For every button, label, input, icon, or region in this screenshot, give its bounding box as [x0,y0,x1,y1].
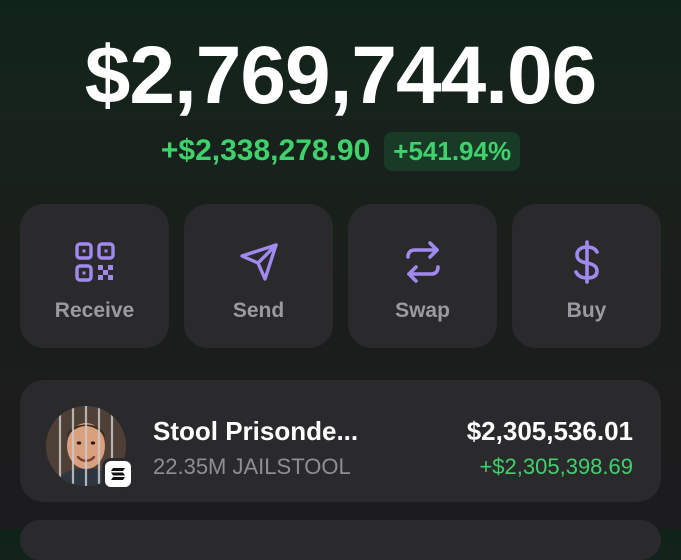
receive-button[interactable]: Receive [20,204,169,348]
dollar-sign-icon [563,238,611,286]
qr-code-icon [71,238,119,286]
token-value: $2,305,536.01 [466,416,633,446]
portfolio-balance: $2,769,744.06 [84,30,597,121]
swap-label: Swap [395,299,450,322]
send-arrow-icon [235,238,283,286]
token-amount: 22.35M JAILSTOOL [153,454,351,479]
buy-button[interactable]: Buy [512,204,661,348]
token-row[interactable]: Stool Prisonde... 22.35M JAILSTOOL $2,30… [20,380,661,502]
change-amount: +$2,338,278.90 [160,134,371,167]
token-name: Stool Prisonde... [153,416,359,446]
next-token-row[interactable] [20,520,661,560]
action-buttons: Receive Send Swap Buy [20,204,661,348]
send-label: Send [232,299,285,322]
change-percent-badge: +541.94% [384,131,521,171]
buy-label: Buy [566,299,607,322]
token-change: +$2,305,398.69 [479,454,633,479]
send-button[interactable]: Send [184,204,333,348]
portfolio-change-row: +$2,338,278.90 +541.94% [0,130,681,172]
receive-label: Receive [54,299,135,322]
solana-icon [102,458,134,490]
swap-button[interactable]: Swap [348,204,497,348]
swap-arrows-icon [399,238,447,286]
